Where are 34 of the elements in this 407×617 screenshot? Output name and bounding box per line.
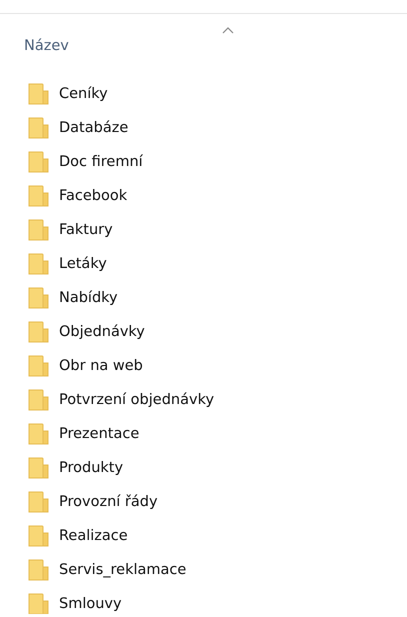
- folder-icon: [28, 491, 49, 513]
- folder-name[interactable]: Produkty: [59, 460, 124, 476]
- folder-name[interactable]: Obr na web: [59, 358, 143, 374]
- folder-name[interactable]: Databáze: [59, 120, 128, 136]
- folder-name[interactable]: Nabídky: [59, 290, 118, 306]
- folder-icon: [28, 117, 49, 139]
- folder-icon: [28, 185, 49, 207]
- folder-icon: [28, 253, 49, 275]
- folder-name[interactable]: Letáky: [59, 256, 107, 272]
- folder-icon: [28, 593, 49, 614]
- folder-name[interactable]: Objednávky: [59, 324, 145, 340]
- folder-icon: [28, 423, 49, 445]
- folder-name[interactable]: Realizace: [59, 528, 128, 544]
- folder-name[interactable]: Doc firemní: [59, 154, 143, 170]
- folder-icon: [28, 321, 49, 343]
- folder-name[interactable]: Servis_reklamace: [59, 562, 186, 578]
- folder-icon: [28, 559, 49, 581]
- folder-name[interactable]: Prezentace: [59, 426, 140, 442]
- folder-icon: [28, 151, 49, 173]
- folder-name[interactable]: Smlouvy: [59, 596, 122, 612]
- folder-icon: [28, 457, 49, 479]
- folder-name[interactable]: Faktury: [59, 222, 113, 238]
- name-column-header[interactable]: Název: [24, 38, 69, 54]
- folder-name[interactable]: Potvrzení objednávky: [59, 392, 214, 408]
- folder-name[interactable]: Facebook: [59, 188, 128, 204]
- folder-name[interactable]: Provozní řády: [59, 494, 158, 510]
- folder-icon: [28, 525, 49, 547]
- folder-icon: [28, 355, 49, 377]
- folder-icon: [28, 219, 49, 241]
- folder-icon: [28, 287, 49, 309]
- folder-icon: [28, 389, 49, 411]
- folder-name[interactable]: Ceníky: [59, 86, 108, 102]
- sort-caret-icon: [222, 27, 234, 34]
- folder-icon: [28, 83, 49, 105]
